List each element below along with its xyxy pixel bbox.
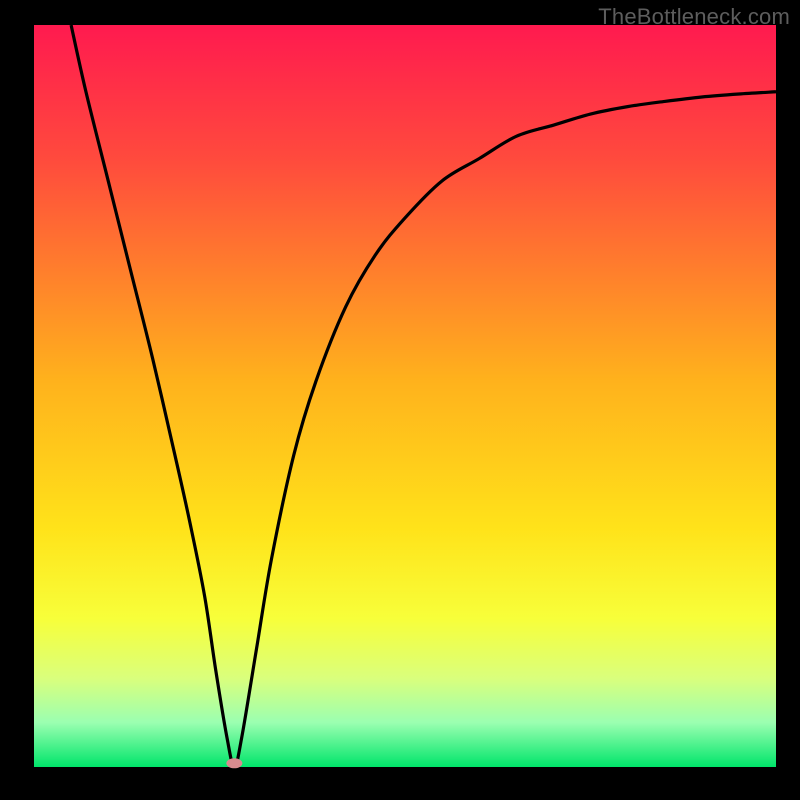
plot-area: [34, 25, 776, 767]
chart-frame: TheBottleneck.com: [0, 0, 800, 800]
curve-path: [71, 25, 776, 767]
optimal-point-marker: [226, 758, 242, 768]
bottleneck-curve: [34, 25, 776, 767]
watermark-text: TheBottleneck.com: [598, 4, 790, 30]
